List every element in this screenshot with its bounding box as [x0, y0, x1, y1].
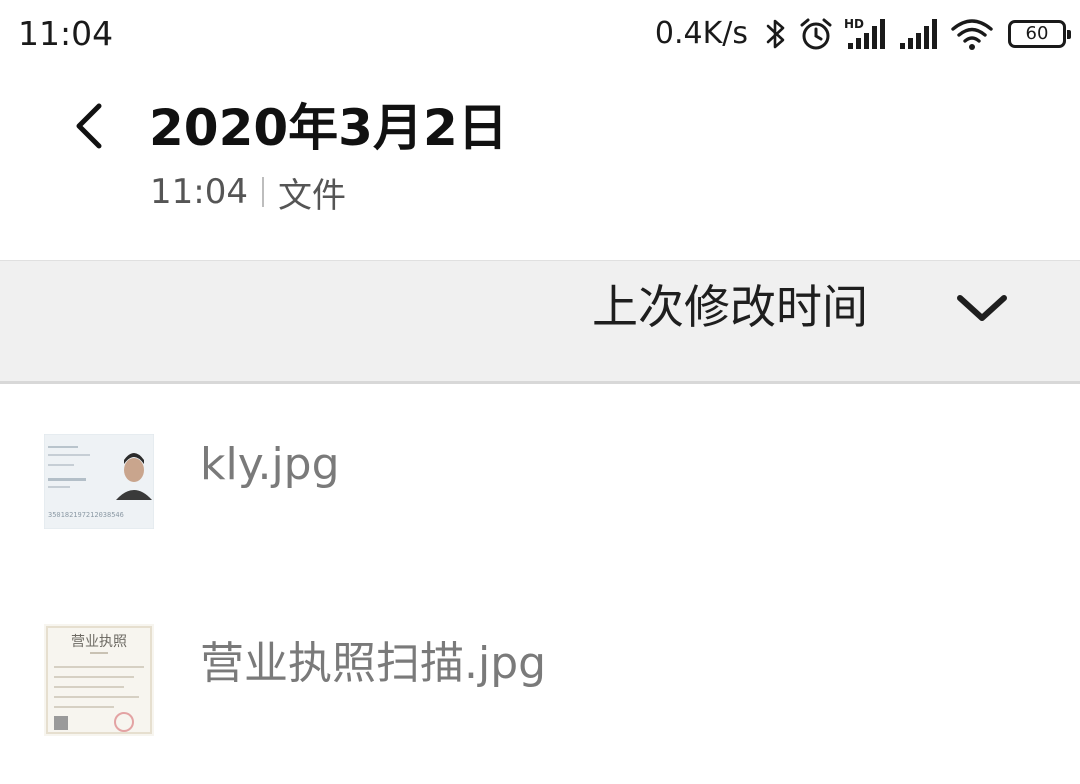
- wifi-icon: [950, 17, 994, 51]
- signal-icon: [898, 17, 940, 51]
- hd-label: HD: [844, 17, 864, 31]
- id-card-thumbnail: 350182197212038546: [44, 434, 154, 529]
- page-subtitle: 11:04 文件: [150, 170, 346, 216]
- network-speed: 0.4K/s: [654, 16, 748, 51]
- chevron-left-icon: [71, 102, 105, 154]
- subtitle-time: 11:04: [150, 172, 248, 212]
- list-item[interactable]: 350182197212038546 kly.jpg: [0, 384, 1080, 584]
- alarm-icon: [798, 16, 834, 52]
- back-button[interactable]: [58, 98, 118, 158]
- list-item[interactable]: 营业执照 营业执照扫描.jpg: [0, 584, 1080, 784]
- page-title: 2020年3月2日: [149, 99, 508, 157]
- hd-signal-icon: HD: [844, 17, 888, 51]
- subtitle-type: 文件: [277, 175, 346, 216]
- id-number-text: 350182197212038546: [48, 511, 124, 519]
- status-icons: 0.4K/s HD 60: [654, 12, 1071, 56]
- battery-level: 60: [1025, 23, 1049, 44]
- status-time: 11:04: [18, 14, 114, 53]
- business-license-thumbnail: 营业执照: [44, 624, 154, 736]
- battery-icon: 60: [1008, 20, 1071, 48]
- subtitle-divider: [261, 177, 264, 207]
- sort-label[interactable]: 上次修改时间: [592, 279, 868, 335]
- status-bar: 11:04 0.4K/s HD 60: [0, 0, 1080, 68]
- license-title-text: 营业执照: [71, 634, 127, 650]
- bluetooth-icon: [764, 17, 788, 51]
- file-list: 350182197212038546 kly.jpg 营业执照 营业执照扫描.j…: [0, 384, 1080, 784]
- file-name: 营业执照扫描.jpg: [200, 638, 547, 689]
- chevron-down-icon[interactable]: [952, 283, 1012, 333]
- sort-bar[interactable]: 上次修改时间: [0, 260, 1080, 384]
- file-name: kly.jpg: [200, 439, 340, 490]
